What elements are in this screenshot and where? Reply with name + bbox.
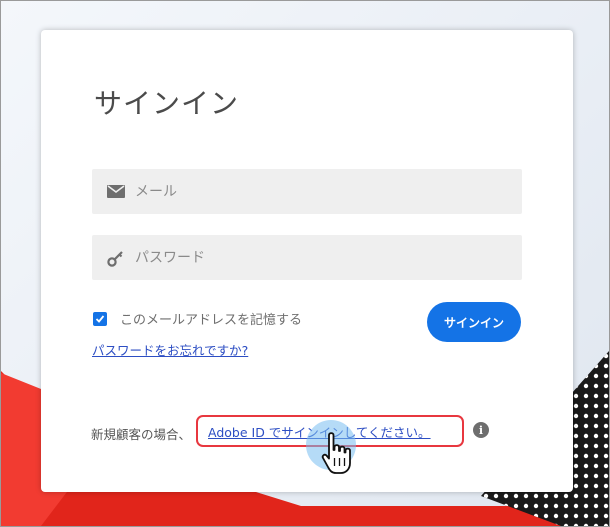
new-customer-text: 新規顧客の場合、 xyxy=(91,427,192,442)
email-field[interactable] xyxy=(92,169,522,214)
email-input[interactable] xyxy=(133,182,497,201)
page-title: サインイン xyxy=(94,87,240,120)
hand-pointer-icon xyxy=(321,432,351,474)
forgot-password-link[interactable]: パスワードをお忘れですか? xyxy=(92,340,248,359)
screenshot-frame: サインイン メール このメールアドレスを記憶する サインイン パスワードをお忘れ… xyxy=(0,0,610,527)
checkmark-icon xyxy=(95,314,105,323)
signin-card: サインイン メール このメールアドレスを記憶する サインイン パスワードをお忘れ… xyxy=(41,30,573,492)
remember-checkbox[interactable] xyxy=(93,311,107,326)
remember-label: このメールアドレスを記憶する xyxy=(120,313,303,328)
info-icon[interactable]: i xyxy=(473,422,489,438)
signin-button[interactable]: サインイン xyxy=(427,302,521,342)
key-icon xyxy=(105,247,127,269)
remember-email-option[interactable]: このメールアドレスを記憶する xyxy=(93,309,302,328)
envelope-icon xyxy=(105,181,127,203)
password-field[interactable] xyxy=(92,235,522,280)
password-input[interactable] xyxy=(133,248,497,267)
